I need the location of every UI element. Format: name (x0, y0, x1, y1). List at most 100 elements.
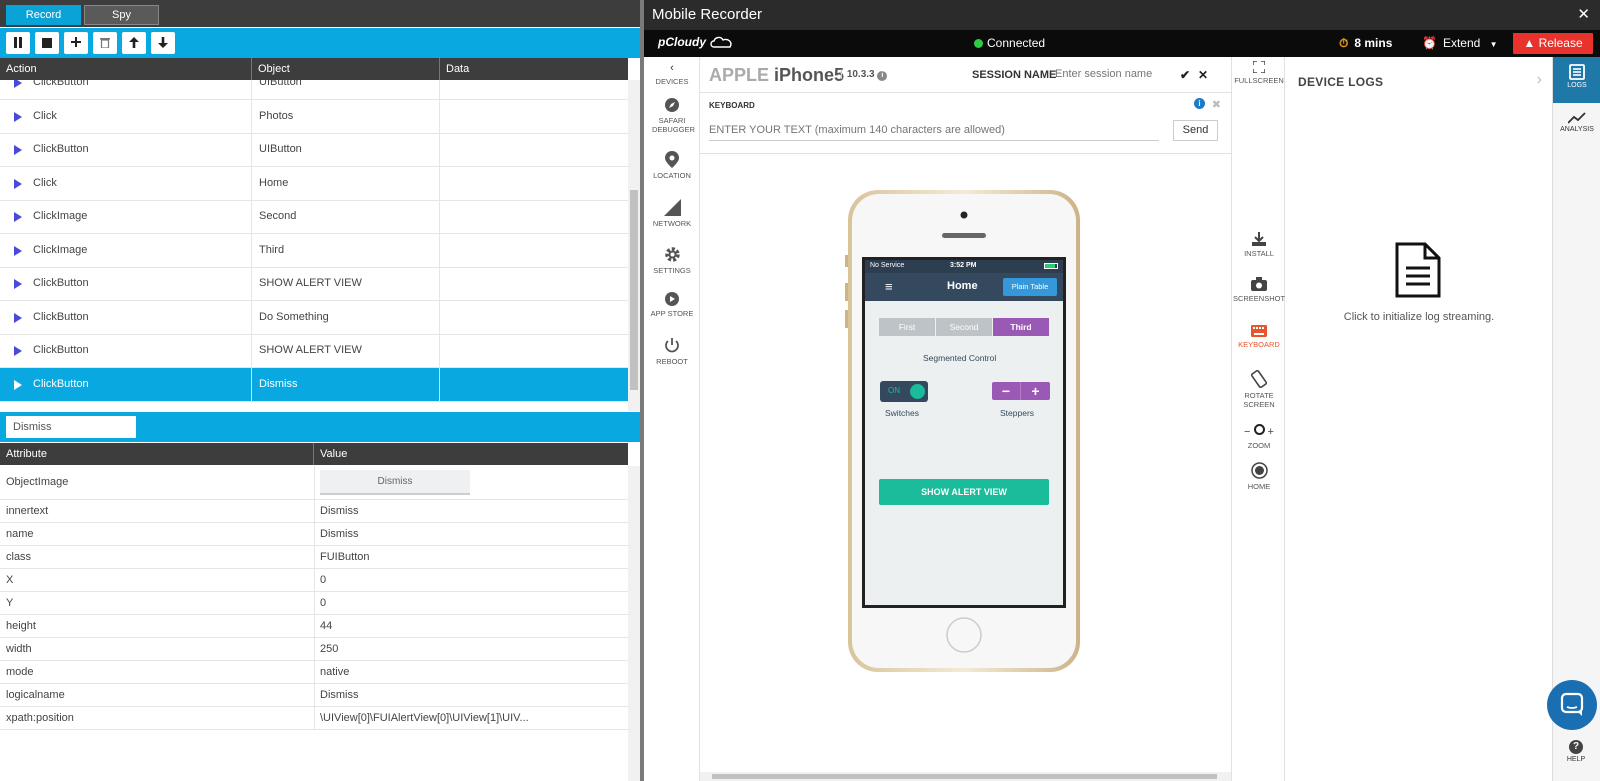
chat-button[interactable] (1547, 680, 1597, 730)
session-name-input[interactable] (1055, 68, 1167, 80)
stepper-minus-button[interactable]: − (992, 382, 1021, 400)
tab-record[interactable]: Record (6, 5, 81, 25)
pause-button[interactable] (6, 32, 30, 54)
stepper-plus-button[interactable]: + (1021, 382, 1050, 400)
sidebar-logs[interactable]: LOGS (1553, 57, 1600, 103)
segment-second[interactable]: Second (936, 318, 992, 336)
attributes-grid-header: Attribute Value (0, 443, 628, 465)
tab-spy[interactable]: Spy (84, 5, 159, 25)
attribute-row[interactable]: X0 (0, 569, 628, 592)
table-row[interactable]: Click Photos (0, 99, 628, 134)
table-row[interactable]: ClickImage Second (0, 200, 628, 234)
attribute-row[interactable]: class FUIButton (0, 546, 628, 569)
show-alert-view-button[interactable]: SHOW ALERT VIEW (879, 479, 1049, 505)
attribute-value: \UIView[0]\FUIAlertView[0]\UIView[1]\UIV… (320, 712, 529, 724)
attribute-row[interactable]: innertext Dismiss (0, 500, 628, 523)
cancel-session-icon[interactable]: ✕ (1198, 57, 1208, 93)
actions-scroll-thumb[interactable] (630, 190, 638, 390)
play-icon (14, 111, 22, 122)
table-row[interactable]: ClickButton Dismiss (0, 367, 628, 402)
table-row[interactable]: ClickButton UIButton (0, 133, 628, 167)
segment-first[interactable]: First (879, 318, 935, 336)
object-cell: UIButton (252, 80, 440, 100)
object-image-preview[interactable]: Dismiss (320, 470, 470, 495)
attribute-row[interactable]: Y0 (0, 592, 628, 615)
action-cell: Click (0, 166, 252, 201)
device-h-scroll-thumb[interactable] (712, 774, 1217, 779)
action-cell: ClickButton (0, 367, 252, 402)
sidebar-analysis[interactable]: ANALYSIS (1553, 105, 1600, 151)
column-action[interactable]: Action (0, 58, 252, 80)
object-finder-input[interactable] (6, 416, 136, 438)
release-button[interactable]: ▲ Release (1513, 33, 1593, 54)
plain-table-button[interactable]: Plain Table (1003, 278, 1057, 296)
session-name-label: SESSION NAME (972, 69, 1057, 81)
device-h-scrollbar[interactable] (700, 772, 1231, 781)
column-data[interactable]: Data (440, 58, 628, 80)
nav-safari-debugger[interactable]: SAFARI DEBUGGER (644, 97, 700, 134)
nav-devices[interactable]: ‹ DEVICES (644, 62, 700, 86)
stop-button[interactable] (35, 32, 59, 54)
stop-icon (42, 38, 52, 48)
pause-icon (14, 37, 22, 48)
switch-toggle[interactable]: ON (880, 381, 928, 402)
tool-keyboard-label: KEYBOARD (1238, 340, 1280, 349)
attribute-key: Y (6, 597, 14, 609)
column-object[interactable]: Object (252, 58, 440, 80)
init-log-streaming-text[interactable]: Click to initialize log streaming. (1286, 311, 1552, 323)
trash-icon (100, 38, 110, 49)
tool-home[interactable]: HOME (1232, 462, 1286, 491)
nav-location[interactable]: LOCATION (644, 151, 700, 180)
add-step-button[interactable] (64, 32, 88, 54)
tool-rotate-screen[interactable]: ROTATE SCREEN (1232, 370, 1286, 409)
nav-settings[interactable]: SETTINGS (644, 246, 700, 275)
attribute-row[interactable]: height 44 (0, 615, 628, 638)
object-finder-bar (0, 412, 640, 442)
send-button[interactable]: Send (1173, 120, 1218, 141)
actions-scrollbar[interactable] (628, 80, 640, 411)
tool-screenshot[interactable]: SCREENSHOT (1232, 277, 1286, 303)
tool-keyboard[interactable]: KEYBOARD (1232, 325, 1286, 349)
tool-install[interactable]: INSTALL (1232, 232, 1286, 258)
attribute-row[interactable]: logicalname Dismiss (0, 684, 628, 707)
table-row[interactable]: ClickButton UIButton (0, 80, 628, 100)
keyboard-text-input[interactable] (709, 124, 1159, 141)
attributes-scrollbar[interactable] (628, 466, 640, 781)
object-cell: Do Something (252, 300, 440, 335)
info-icon: i (877, 71, 888, 81)
delete-step-button[interactable] (93, 32, 117, 54)
actions-grid-header: Action Object Data (0, 58, 628, 80)
attribute-row[interactable]: ObjectImage Dismiss (0, 466, 628, 500)
attribute-key: X (6, 574, 14, 586)
attribute-row[interactable]: xpath:position \UIView[0]\FUIAlertView[0]… (0, 707, 628, 730)
move-up-button[interactable] (122, 32, 146, 54)
switches-label: Switches (885, 408, 920, 418)
keyboard-close-icon[interactable]: ✖ (1212, 98, 1221, 111)
tool-fullscreen[interactable]: FULLSCREEN (1232, 61, 1286, 85)
keyboard-info-icon[interactable]: i (1194, 98, 1205, 109)
table-row[interactable]: Click Home (0, 166, 628, 201)
attribute-row[interactable]: width 250 (0, 638, 628, 661)
nav-network[interactable]: NETWORK (644, 199, 700, 228)
document-icon[interactable] (1395, 242, 1441, 298)
nav-reboot[interactable]: REBOOT (644, 337, 700, 366)
close-window-button[interactable]: ✕ (1577, 0, 1590, 30)
move-down-button[interactable] (151, 32, 175, 54)
nav-app-store[interactable]: APP STORE (644, 292, 700, 318)
attribute-row[interactable]: mode native (0, 661, 628, 684)
tool-zoom[interactable]: − + ZOOM (1232, 424, 1286, 450)
help-button[interactable]: ? HELP (1552, 740, 1600, 763)
extend-dropdown[interactable]: ⏰ Extend ▼ (1422, 30, 1498, 58)
confirm-session-icon[interactable]: ✔ (1180, 57, 1190, 93)
column-value[interactable]: Value (314, 443, 628, 465)
table-row[interactable]: ClickButton SHOW ALERT VIEW (0, 267, 628, 301)
column-attribute[interactable]: Attribute (0, 443, 314, 465)
nav-devices-label: DEVICES (655, 77, 689, 86)
table-row[interactable]: ClickImage Third (0, 233, 628, 268)
table-row[interactable]: ClickButton SHOW ALERT VIEW (0, 334, 628, 368)
chevron-right-icon[interactable]: › (1537, 71, 1542, 89)
hamburger-icon[interactable]: ≡ (885, 279, 893, 294)
attribute-row[interactable]: name Dismiss (0, 523, 628, 546)
segment-third[interactable]: Third (993, 318, 1049, 336)
table-row[interactable]: ClickButton Do Something (0, 300, 628, 335)
